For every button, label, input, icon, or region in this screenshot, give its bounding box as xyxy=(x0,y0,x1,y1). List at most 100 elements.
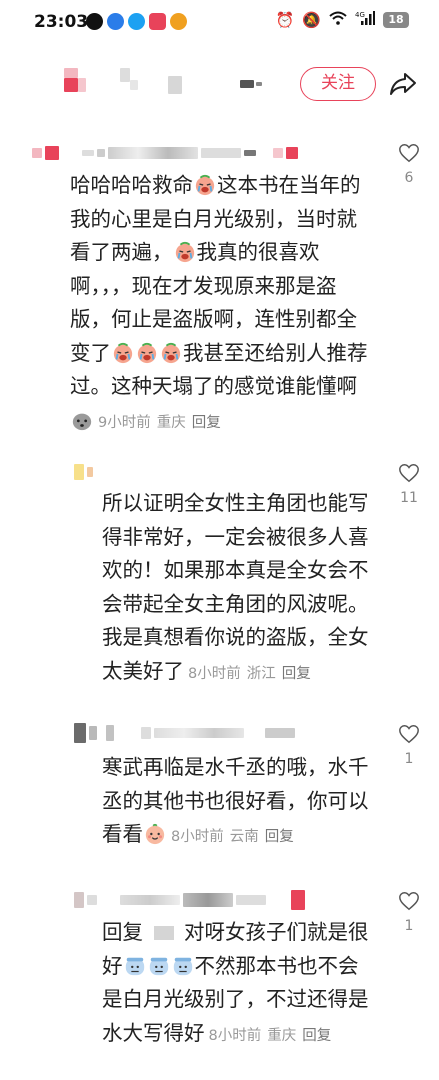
cold-face-emoji-icon xyxy=(125,957,144,975)
blurred-avatar xyxy=(45,146,59,160)
svg-text:4G: 4G xyxy=(355,11,365,19)
like-button[interactable]: 11 xyxy=(397,462,421,506)
author-name-blurred xyxy=(130,80,138,90)
gray-face-emoji-icon xyxy=(72,413,92,430)
comment-meta: 9小时前 重庆 回复 xyxy=(98,415,227,431)
comment-time: 8小时前 xyxy=(208,1027,262,1044)
comment-text-segment: 哈哈哈哈救命 xyxy=(70,173,193,197)
comment-text: 寒武再临是水千丞的哦，水千丞的其他书也很好看，你可以看看 8小时前 云南 回复 xyxy=(102,751,376,855)
blurred-avatar xyxy=(74,464,84,480)
avatar-blurred-part xyxy=(64,78,78,92)
blurred-text xyxy=(97,149,105,157)
share-arrow-icon[interactable] xyxy=(388,68,418,98)
commenter-name-blurred xyxy=(32,146,298,160)
blurred-text xyxy=(120,895,180,905)
blurred-avatar xyxy=(89,726,97,740)
mute-icon: 🔕 xyxy=(302,11,321,29)
comment-time: 8小时前 xyxy=(188,665,241,682)
like-count: 1 xyxy=(404,751,414,767)
qq-browser-icon xyxy=(107,13,124,30)
comment-meta: 8小时前 浙江 回复 xyxy=(188,666,317,682)
heart-icon xyxy=(399,892,419,911)
comment-text: 哈哈哈哈救命 这本书在当年的我的心里是白月光级别，当时就看了两遍， 我真的很喜欢啊，… xyxy=(70,169,370,440)
crying-face-emoji-icon xyxy=(137,342,157,363)
commenter-name-blurred xyxy=(74,464,93,480)
blurred-avatar xyxy=(74,892,84,908)
post-header: 关注 xyxy=(0,46,439,120)
author-name-blurred xyxy=(120,68,130,82)
crying-face-emoji-icon xyxy=(195,174,215,196)
comment: 哈哈哈哈救命 这本书在当年的我的心里是白月光级别，当时就看了两遍， 我真的很喜欢啊，… xyxy=(0,136,439,456)
avatar-blurred[interactable] xyxy=(64,68,78,78)
blurred-badge xyxy=(286,147,298,159)
blurred-text xyxy=(154,728,244,738)
heart-icon xyxy=(399,725,419,744)
signal-icon: 4G xyxy=(355,11,375,29)
comment-text-segment: 回复 xyxy=(102,920,150,944)
peach-face-emoji-icon xyxy=(145,823,165,845)
author-name-blurred xyxy=(256,82,262,86)
comment-text: 回复 对呀女孩子们就是很好 不然那本书也不会是白月光级别了，不过还得是水大写得好 8… xyxy=(102,916,376,1053)
crying-face-emoji-icon xyxy=(175,241,194,263)
blurred-text xyxy=(82,150,94,156)
blurred-text xyxy=(265,728,295,738)
qq-icon xyxy=(128,13,145,30)
blurred-avatar xyxy=(74,723,86,743)
blurred-text xyxy=(244,150,256,156)
reply-button[interactable]: 回复 xyxy=(192,415,221,431)
comment: 回复 对呀女孩子们就是很好 不然那本书也不会是白月光级别了，不过还得是水大写得好 8… xyxy=(0,884,439,1080)
crying-face-emoji-icon xyxy=(161,342,181,363)
like-button[interactable]: 6 xyxy=(397,142,421,186)
status-bar: 23:03 ⏰ 🔕 4G 18 xyxy=(0,0,439,46)
heart-icon xyxy=(399,464,419,483)
blurred-text xyxy=(201,148,241,158)
like-count: 1 xyxy=(404,918,414,934)
like-button[interactable]: 1 xyxy=(397,890,421,934)
battery-icon: 18 xyxy=(383,12,409,28)
author-name-blurred xyxy=(240,80,254,88)
reply-button[interactable]: 回复 xyxy=(302,1028,331,1044)
like-count: 6 xyxy=(404,170,414,186)
follow-button[interactable]: 关注 xyxy=(300,67,376,101)
cold-face-emoji-icon xyxy=(173,957,192,975)
status-time: 23:03 xyxy=(34,12,89,32)
comment-meta: 8小时前 云南 回复 xyxy=(171,829,300,845)
comment-meta: 8小时前 重庆 回复 xyxy=(209,1028,338,1044)
comment-text-segment: 所以证明全女性主角团也能写得非常好，一定会被很多人喜欢的！如果那本真是全女会不会… xyxy=(102,491,369,683)
blurred-text xyxy=(108,147,198,159)
blurred-badge xyxy=(273,148,283,158)
comment-location: 重庆 xyxy=(267,1027,297,1044)
comment-location: 浙江 xyxy=(246,665,276,682)
avatar-blurred-part xyxy=(78,78,86,92)
crying-face-emoji-icon xyxy=(113,342,133,363)
like-count: 11 xyxy=(400,490,418,506)
wifi-icon xyxy=(329,11,347,29)
redacted-username xyxy=(153,926,174,940)
blurred-badge xyxy=(291,890,305,910)
app-icon xyxy=(149,13,166,30)
author-name-blurred xyxy=(168,76,182,94)
reply-button[interactable]: 回复 xyxy=(265,829,294,845)
blurred-text xyxy=(183,893,233,907)
like-button[interactable]: 1 xyxy=(397,723,421,767)
blurred-text xyxy=(141,727,151,739)
blurred-avatar xyxy=(32,148,42,158)
comment: 寒武再临是水千丞的哦，水千丞的其他书也很好看，你可以看看 8小时前 云南 回复 1 xyxy=(0,717,439,882)
reply-button[interactable]: 回复 xyxy=(282,666,311,682)
alarm-icon: ⏰ xyxy=(275,11,295,29)
status-right: ⏰ 🔕 4G 18 xyxy=(276,11,409,29)
weibo-icon xyxy=(170,13,187,30)
comment-time: 9小时前 xyxy=(98,414,151,431)
comment: 所以证明全女性主角团也能写得非常好，一定会被很多人喜欢的！如果那本真是全女会不会… xyxy=(0,456,439,712)
heart-icon xyxy=(399,144,419,163)
blurred-avatar xyxy=(87,467,93,477)
blurred-text xyxy=(106,725,114,741)
blurred-avatar xyxy=(87,895,97,905)
wechat-icon xyxy=(86,13,103,30)
comment-time: 8小时前 xyxy=(171,829,224,845)
cold-face-emoji-icon xyxy=(149,957,168,975)
commenter-name-blurred xyxy=(74,723,295,743)
comment-location: 云南 xyxy=(229,829,259,845)
notification-icons xyxy=(86,13,187,30)
comment-text: 所以证明全女性主角团也能写得非常好，一定会被很多人喜欢的！如果那本真是全女会不会… xyxy=(102,487,376,691)
